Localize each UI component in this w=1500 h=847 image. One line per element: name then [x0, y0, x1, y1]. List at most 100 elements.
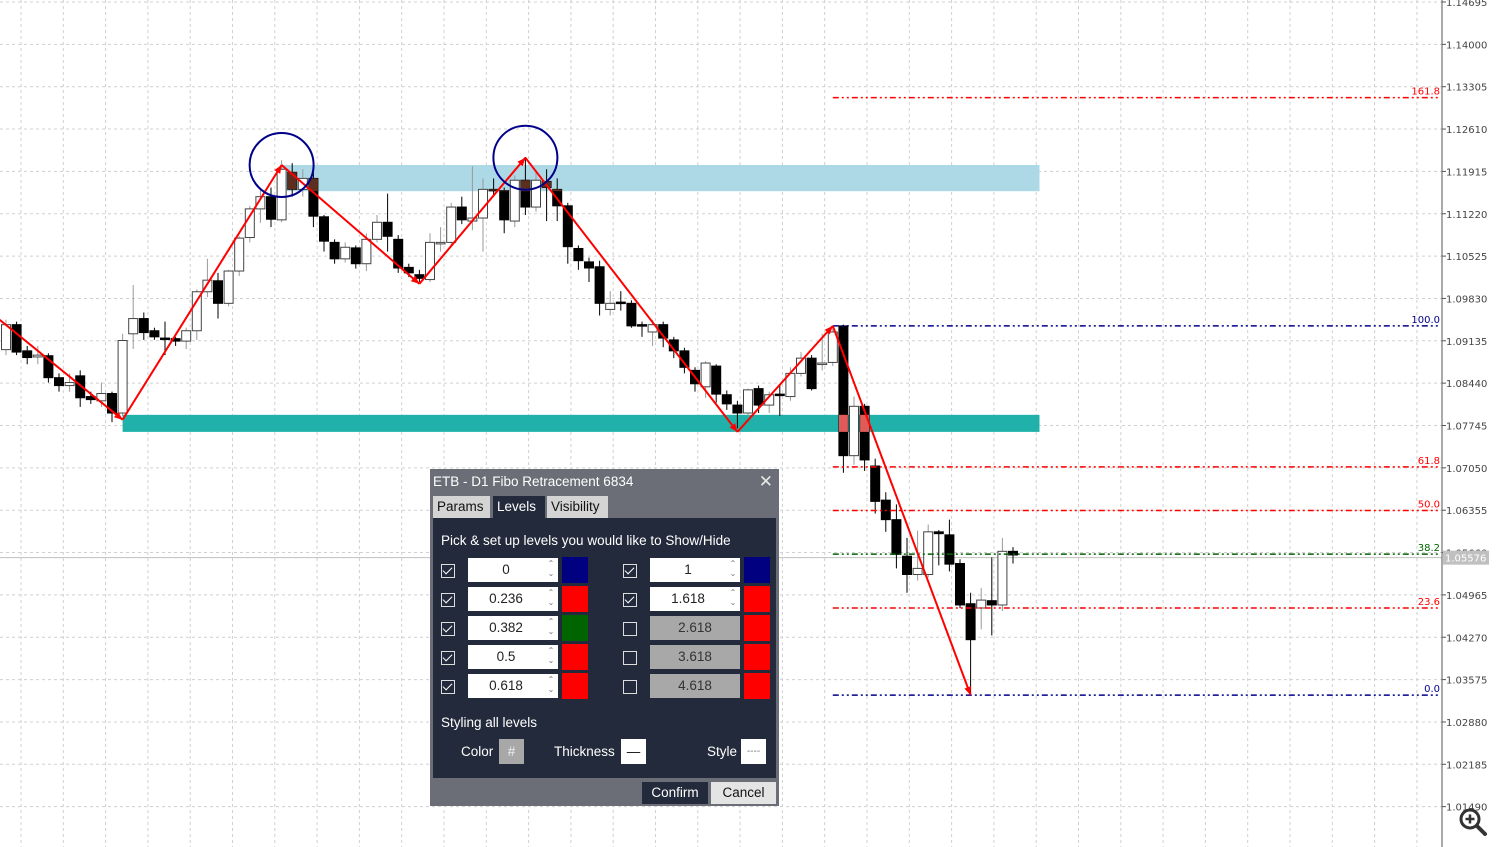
level-value-input[interactable]: 0.618 ⌃ ⌄	[468, 674, 558, 698]
spinner-arrows[interactable]: ⌃ ⌄	[546, 559, 556, 579]
fibo-level-label: 23.6	[1418, 597, 1440, 608]
candle-body	[350, 247, 361, 265]
candle-body	[456, 206, 467, 221]
level-checkbox[interactable]	[623, 593, 637, 607]
level-value-input[interactable]: 3.618	[650, 645, 740, 669]
level-color-swatch[interactable]	[562, 586, 588, 612]
level-checkbox[interactable]	[623, 622, 637, 636]
candle-body	[743, 389, 753, 414]
price-tick-label: 1.07745	[1446, 422, 1487, 433]
candle-body	[213, 280, 223, 304]
tab-params[interactable]: Params	[433, 496, 490, 518]
tab-visibility[interactable]: Visibility	[547, 496, 608, 518]
spinner-arrows[interactable]: ⌃ ⌄	[546, 646, 556, 666]
candle-body	[223, 270, 234, 304]
candle-body	[361, 238, 372, 265]
level-checkbox[interactable]	[623, 564, 637, 578]
candle	[213, 272, 223, 319]
candle	[933, 530, 944, 566]
candle	[891, 504, 902, 569]
level-checkbox[interactable]	[441, 564, 455, 578]
confirm-button[interactable]: Confirm	[642, 782, 708, 804]
price-tick-label: 1.07050	[1446, 464, 1487, 475]
candle	[923, 524, 934, 578]
candle-body	[160, 337, 170, 341]
tab-levels[interactable]: Levels	[493, 496, 545, 519]
candle-zone-overlap	[552, 189, 562, 192]
fibo-level-label: 161.8	[1411, 87, 1440, 98]
level-value-input[interactable]: 2.618	[650, 616, 740, 640]
level-value-input[interactable]: 0 ⌃ ⌄	[468, 558, 558, 582]
candle-zone-overlap	[499, 190, 509, 192]
level-checkbox[interactable]	[441, 651, 455, 665]
level-color-swatch[interactable]	[744, 644, 770, 670]
fibo-retracement-dialog: ETB - D1 Fibo Retracement 6834 ✕ Params …	[430, 469, 779, 806]
level-checkbox[interactable]	[623, 651, 637, 665]
price-tick-label: 1.09135	[1446, 337, 1487, 348]
line-style-button[interactable]: ----	[741, 739, 766, 764]
level-value-input[interactable]: 0.5 ⌃ ⌄	[468, 645, 558, 669]
level-color-swatch[interactable]	[562, 673, 588, 699]
spinner-arrows[interactable]: ⌃ ⌄	[546, 675, 556, 695]
fibo-level-label: 100.0	[1411, 315, 1440, 326]
level-checkbox[interactable]	[441, 622, 455, 636]
candle-zone-overlap	[838, 414, 848, 432]
candle-body	[266, 196, 276, 220]
level-value-input[interactable]: 1 ⌃ ⌄	[650, 558, 740, 582]
level-checkbox[interactable]	[441, 593, 455, 607]
candle	[329, 239, 340, 264]
candle-body	[944, 534, 955, 565]
candle	[499, 187, 510, 234]
candle	[128, 285, 139, 350]
level-color-swatch[interactable]	[744, 673, 770, 699]
price-zone	[281, 165, 1040, 192]
level-checkbox[interactable]	[441, 680, 455, 694]
zigzag-segment	[121, 164, 283, 421]
candle-body	[933, 531, 944, 535]
price-tick-label: 1.02880	[1446, 718, 1487, 729]
price-tick-label: 1.10525	[1446, 252, 1487, 263]
level-color-swatch[interactable]	[562, 644, 588, 670]
candle	[584, 257, 594, 282]
candle-body	[732, 404, 743, 414]
level-color-swatch[interactable]	[744, 586, 770, 612]
level-value-input[interactable]: 0.236 ⌃ ⌄	[468, 587, 558, 611]
spinner-arrows[interactable]: ⌃ ⌄	[728, 588, 738, 608]
level-color-swatch[interactable]	[562, 615, 588, 641]
close-icon[interactable]: ✕	[759, 472, 773, 492]
candle	[955, 559, 965, 609]
candle-body	[128, 318, 139, 335]
candle	[637, 321, 647, 337]
candle-body	[806, 357, 817, 390]
fibo-level-label: 38.2	[1418, 543, 1440, 554]
levels-hint: Pick & set up levels you would like to S…	[441, 533, 731, 548]
candle-body	[637, 324, 647, 327]
candle	[997, 537, 1008, 612]
spinner-arrows[interactable]: ⌃ ⌄	[728, 559, 738, 579]
current-price-label: 1.05576	[1445, 554, 1486, 565]
magnifier-plus-icon[interactable]	[1457, 806, 1489, 838]
level-value: 3.618	[678, 649, 712, 664]
level-value-input[interactable]: 0.382 ⌃ ⌄	[468, 616, 558, 640]
level-color-swatch[interactable]	[562, 557, 588, 583]
level-color-swatch[interactable]	[744, 557, 770, 583]
level-value-input[interactable]: 1.618 ⌃ ⌄	[650, 587, 740, 611]
color-picker-button[interactable]: #	[499, 739, 524, 764]
cancel-button[interactable]: Cancel	[711, 782, 776, 804]
candle-body	[870, 465, 881, 502]
candle	[149, 327, 160, 340]
candle	[594, 260, 605, 316]
spinner-arrows[interactable]: ⌃ ⌄	[546, 617, 556, 637]
candle	[626, 300, 637, 328]
level-value-input[interactable]: 4.618	[650, 674, 740, 698]
spinner-arrows[interactable]: ⌃ ⌄	[546, 588, 556, 608]
price-tick-label: 1.04965	[1446, 591, 1487, 602]
candle-body	[594, 266, 605, 304]
level-checkbox[interactable]	[623, 680, 637, 694]
level-color-swatch[interactable]	[744, 615, 770, 641]
candle	[181, 327, 192, 350]
candle-body	[817, 362, 828, 366]
price-tick-label: 1.11915	[1446, 167, 1487, 178]
thickness-button[interactable]: —	[621, 739, 646, 764]
candle	[223, 269, 234, 307]
